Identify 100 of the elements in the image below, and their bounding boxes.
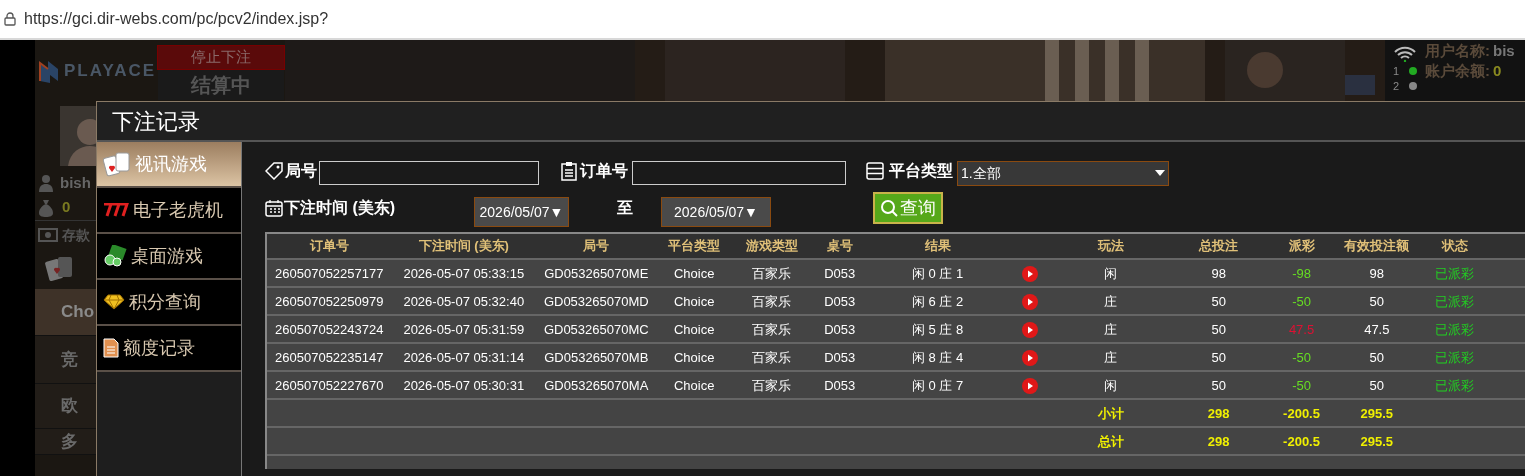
- play-video-icon[interactable]: [1022, 349, 1039, 366]
- table-cell: 298: [1207, 434, 1230, 449]
- table-cell: 50: [1211, 378, 1226, 393]
- platform-type-label: 平台类型: [889, 161, 953, 181]
- table-cell: GD053265070MA: [544, 378, 649, 393]
- table-cell: 总计: [1097, 434, 1124, 449]
- table-cell: 298: [1207, 406, 1230, 421]
- sidebar-tab[interactable]: 积分查询: [97, 280, 241, 326]
- table-cell: 百家乐: [752, 378, 792, 393]
- table-cell: 50: [1211, 322, 1226, 337]
- to-label: 至: [617, 198, 634, 218]
- table-cell: 闲 5 庄 8: [911, 322, 964, 337]
- playing-cards-icon: [103, 151, 131, 177]
- table-cell: 50: [1369, 350, 1385, 365]
- info-label: 用户名称:: [1425, 40, 1490, 61]
- sidebar-tab[interactable]: 桌面游戏: [97, 234, 241, 280]
- address-bar-url[interactable]: https://gci.dir-webs.com/pc/pcv2/index.jsp?: [24, 7, 329, 31]
- table-cell: GD053265070MC: [543, 322, 649, 337]
- info-label: 账户余额:: [1425, 60, 1490, 81]
- table-cell: D053: [824, 322, 856, 337]
- column-header: 状态: [1441, 238, 1468, 254]
- start-date-picker[interactable]: 2026/05/07▼: [474, 197, 569, 227]
- menu-item[interactable]: Cho: [61, 299, 95, 325]
- column-header: 下注时间 (美东): [418, 238, 509, 254]
- table-cell: 已派彩: [1435, 350, 1475, 365]
- table-cell: 47.5: [1288, 322, 1315, 337]
- end-date-picker[interactable]: 2026/05/07▼: [661, 197, 771, 227]
- money-chips-icon: [103, 245, 127, 267]
- play-video-icon[interactable]: [1022, 321, 1039, 338]
- table-cell: 50: [1369, 294, 1385, 309]
- server-icon: [866, 162, 884, 180]
- sidebar-tab[interactable]: 额度记录: [97, 326, 241, 372]
- stop-betting-notice: 停止下注: [157, 45, 285, 70]
- table-cell: 260507052227670: [275, 378, 384, 393]
- column-header: 平台类型: [668, 238, 721, 254]
- table-cell: 闲: [1104, 266, 1118, 281]
- clipboard-icon: [560, 161, 578, 181]
- column-header: 玩法: [1097, 238, 1124, 254]
- wifi-icon: [1394, 46, 1416, 62]
- column-header: 派彩: [1288, 238, 1315, 254]
- table-cell: 47.5: [1364, 322, 1390, 337]
- column-header: 局号: [583, 238, 610, 254]
- table-cell: 庄: [1104, 322, 1118, 337]
- user-icon: [38, 174, 56, 192]
- play-video-icon[interactable]: [1022, 293, 1039, 310]
- search-icon: [880, 199, 898, 217]
- table-cell: GD053265070MB: [544, 350, 649, 365]
- column-header: 有效投注额: [1344, 238, 1410, 254]
- line-number: 1: [1392, 63, 1400, 79]
- table-cell: 已派彩: [1435, 322, 1475, 337]
- playing-cards-icon: [45, 254, 75, 284]
- table-cell: 50: [1369, 378, 1385, 393]
- table-cell: GD053265070ME: [544, 266, 649, 281]
- page-info-icon[interactable]: [4, 12, 16, 26]
- table-cell: 50: [1211, 350, 1226, 365]
- logo-icon: [38, 58, 60, 83]
- money-bag-icon: [38, 198, 54, 217]
- avatar-icon: [60, 106, 96, 166]
- play-video-icon[interactable]: [1022, 265, 1039, 282]
- column-header: 游戏类型: [745, 238, 798, 254]
- column-header: 订单号: [309, 238, 349, 254]
- table-cell: 2026-05-07 05:33:15: [403, 266, 525, 281]
- calendar-icon: [265, 199, 283, 217]
- table-cell: 百家乐: [752, 350, 792, 365]
- diamond-icon: [103, 294, 125, 310]
- table-cell: 260507052243724: [275, 322, 384, 337]
- play-video-icon[interactable]: [1022, 377, 1039, 394]
- column-header: 总投注: [1199, 238, 1239, 254]
- order-number-field[interactable]: [632, 161, 846, 185]
- round-number-field[interactable]: [319, 161, 539, 185]
- table-cell: -50: [1292, 378, 1311, 393]
- table-cell: Choice: [673, 322, 715, 337]
- table-cell: D053: [824, 294, 856, 309]
- sidebar-tab[interactable]: 电子老虎机: [97, 188, 241, 234]
- table-cell: Choice: [673, 350, 715, 365]
- table-cell: 295.5: [1360, 406, 1394, 421]
- table-cell: D053: [824, 378, 856, 393]
- table-cell: 260507052257177: [275, 266, 384, 281]
- table-cell: 闲 8 庄 4: [911, 350, 964, 365]
- table-cell: 已派彩: [1435, 378, 1475, 393]
- column-header: 桌号: [826, 238, 853, 254]
- table-cell: 庄: [1104, 294, 1118, 309]
- table-cell: -50: [1292, 350, 1311, 365]
- platform-type-dropdown[interactable]: 1.全部: [957, 160, 1169, 186]
- table-cell: 闲 0 庄 7: [911, 378, 964, 393]
- table-cell: 260507052235147: [275, 350, 384, 365]
- bet-time-label: 下注时间 (美东): [284, 198, 397, 218]
- info-value: 0: [1493, 60, 1502, 81]
- username: bish: [60, 172, 91, 193]
- table-cell: 已派彩: [1435, 266, 1475, 281]
- table-cell: D053: [824, 266, 856, 281]
- brand-logo: PLAYACE: [64, 59, 157, 82]
- table-cell: 百家乐: [752, 266, 792, 281]
- table-cell: Choice: [673, 378, 715, 393]
- table-cell: 2026-05-07 05:32:40: [403, 294, 525, 309]
- dialog-title: 下注记录: [112, 107, 200, 136]
- table-cell: 百家乐: [752, 294, 792, 309]
- column-header: 结果: [924, 238, 951, 254]
- table-cell: Choice: [673, 266, 715, 281]
- info-value: bis: [1493, 40, 1515, 61]
